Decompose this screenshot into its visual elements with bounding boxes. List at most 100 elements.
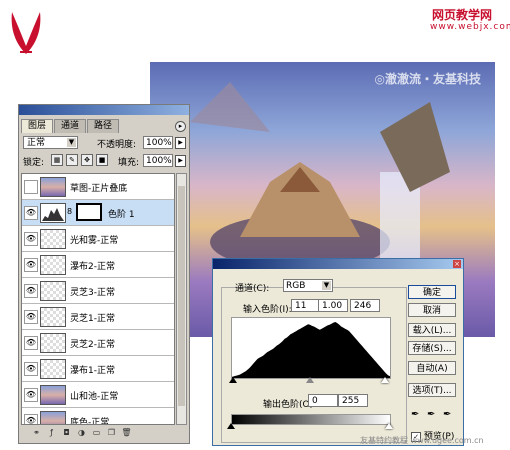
cancel-button[interactable]: 取消 xyxy=(408,303,456,317)
layer-thumbnail xyxy=(40,411,66,424)
output-white-field[interactable]: 255 xyxy=(338,394,368,407)
layer-thumbnail xyxy=(40,385,66,405)
layer-thumbnail xyxy=(40,177,66,197)
layer-name: 山和池-正常 xyxy=(70,392,119,402)
tab-layers[interactable]: 图层 xyxy=(21,119,54,133)
layer-style-icon[interactable]: ƒ xyxy=(46,427,57,438)
input-black-field[interactable]: 11 xyxy=(291,299,321,312)
blend-mode-select[interactable]: 正常 ▼ xyxy=(23,136,78,149)
layer-list-scrollbar[interactable] xyxy=(176,173,187,425)
output-white-handle[interactable] xyxy=(385,423,393,429)
trash-icon[interactable]: 🗑 xyxy=(121,427,132,438)
eye-icon[interactable]: 👁 xyxy=(24,206,38,220)
artwork-watermark: ◎澈澈流・友基科技 xyxy=(374,72,481,86)
channel-label: 通道(C): xyxy=(235,284,270,294)
output-slider[interactable] xyxy=(227,423,393,431)
layer-name: 底色-正常 xyxy=(70,418,110,425)
panel-menu-icon[interactable]: ▸ xyxy=(175,121,186,132)
layer-name: 光和雾-正常 xyxy=(70,236,119,246)
gamma-handle[interactable] xyxy=(306,377,314,383)
site-logo xyxy=(11,12,41,54)
output-black-field[interactable]: 0 xyxy=(308,394,338,407)
ok-button[interactable]: 确定 xyxy=(408,285,456,299)
layer-row[interactable]: 👁 8 色阶 1 xyxy=(22,200,174,226)
opacity-input[interactable]: 100% xyxy=(143,136,173,149)
layers-panel: 图层 通道 路径 ▸ 正常 ▼ 不透明度: 100% ▶ 锁定: ▦ ✎ ✥ ■… xyxy=(18,104,190,444)
scrollbar-thumb[interactable] xyxy=(178,186,185,406)
input-levels-label: 输入色阶(I): xyxy=(243,305,292,315)
histogram xyxy=(231,317,391,379)
levels-dialog: × 通道(C): RGB ▼ 输入色阶(I): 11 1.00 246 输出色阶… xyxy=(212,258,464,446)
eye-icon[interactable]: 👁 xyxy=(24,362,38,376)
lock-brush-icon[interactable]: ✎ xyxy=(66,154,78,166)
white-point-handle[interactable] xyxy=(381,377,389,383)
fill-input[interactable]: 100% xyxy=(143,154,173,167)
layer-row[interactable]: 👁 灵芝1-正常 xyxy=(22,304,174,330)
lock-all-icon[interactable]: ■ xyxy=(96,154,108,166)
options-button[interactable]: 选项(T)... xyxy=(408,383,456,397)
layer-name: 瀑布2-正常 xyxy=(70,262,115,272)
lock-move-icon[interactable]: ✥ xyxy=(81,154,93,166)
save-button[interactable]: 存储(S)... xyxy=(408,341,456,355)
gray-eyedropper-icon[interactable]: ✒ xyxy=(427,409,437,421)
adjustment-layer-icon[interactable]: ◑ xyxy=(76,427,87,438)
layer-thumbnail xyxy=(40,359,66,379)
channel-select[interactable]: RGB ▼ xyxy=(283,279,333,292)
black-eyedropper-icon[interactable]: ✒ xyxy=(411,409,421,421)
link-layers-icon[interactable]: ⚭ xyxy=(31,427,42,438)
layer-name: 灵芝3-正常 xyxy=(70,288,115,298)
eye-icon[interactable]: 👁 xyxy=(24,336,38,350)
layer-row[interactable]: 👁 瀑布1-正常 xyxy=(22,356,174,382)
layer-name: 灵芝1-正常 xyxy=(70,314,115,324)
opacity-label: 不透明度: xyxy=(97,140,137,150)
eye-icon[interactable]: 👁 xyxy=(24,310,38,324)
link-icon[interactable]: 8 xyxy=(67,207,72,216)
black-point-handle[interactable] xyxy=(229,377,237,383)
load-button[interactable]: 载入(L)... xyxy=(408,323,456,337)
layer-row[interactable]: 👁 山和池-正常 xyxy=(22,382,174,408)
layer-list: 草图-正片叠底 👁 8 色阶 1 👁 光和雾-正常 👁 瀑布2-正常 👁 灵芝3… xyxy=(21,173,175,425)
eye-icon[interactable]: 👁 xyxy=(24,284,38,298)
layer-thumbnail xyxy=(40,333,66,353)
input-slider[interactable] xyxy=(229,377,389,385)
new-group-icon[interactable]: ▭ xyxy=(91,427,102,438)
output-black-handle[interactable] xyxy=(227,423,235,429)
layer-row[interactable]: 👁 灵芝3-正常 xyxy=(22,278,174,304)
new-layer-icon[interactable]: ❐ xyxy=(106,427,117,438)
tab-paths[interactable]: 路径 xyxy=(87,119,120,133)
layer-name: 灵芝2-正常 xyxy=(70,340,115,350)
blend-mode-value: 正常 xyxy=(27,138,46,148)
fill-slider-button[interactable]: ▶ xyxy=(175,155,186,167)
white-eyedropper-icon[interactable]: ✒ xyxy=(443,409,453,421)
layer-row[interactable]: 👁 灵芝2-正常 xyxy=(22,330,174,356)
eye-icon[interactable]: 👁 xyxy=(24,414,38,424)
dialog-titlebar[interactable]: × xyxy=(213,259,463,269)
fill-label: 填充: xyxy=(118,158,140,168)
eye-icon[interactable]: 👁 xyxy=(24,232,38,246)
layer-name: 瀑布1-正常 xyxy=(70,366,115,376)
add-mask-icon[interactable]: ◘ xyxy=(61,427,72,438)
lock-transparency-icon[interactable]: ▦ xyxy=(51,154,63,166)
layer-name: 草图-正片叠底 xyxy=(70,184,128,194)
layer-row[interactable]: 👁 瀑布2-正常 xyxy=(22,252,174,278)
eye-icon[interactable]: 👁 xyxy=(24,258,38,272)
input-white-field[interactable]: 246 xyxy=(350,299,380,312)
layer-row[interactable]: 👁 光和雾-正常 xyxy=(22,226,174,252)
opacity-slider-button[interactable]: ▶ xyxy=(175,137,186,149)
visibility-toggle[interactable] xyxy=(24,180,38,194)
chevron-down-icon: ▼ xyxy=(322,281,331,290)
layer-row[interactable]: 草图-正片叠底 xyxy=(22,174,174,200)
layer-thumbnail xyxy=(40,281,66,301)
panel-titlebar[interactable] xyxy=(19,105,189,115)
footer-watermark: 友基特约教程 www.ugee.com.cn xyxy=(360,436,484,445)
eye-icon[interactable]: 👁 xyxy=(24,388,38,402)
layer-row[interactable]: 👁 底色-正常 xyxy=(22,408,174,425)
histogram-area xyxy=(232,322,390,378)
input-gamma-field[interactable]: 1.00 xyxy=(318,299,348,312)
layer-mask-thumbnail[interactable] xyxy=(76,203,102,221)
tab-channels[interactable]: 通道 xyxy=(54,119,87,133)
chevron-down-icon: ▼ xyxy=(67,138,76,147)
auto-button[interactable]: 自动(A) xyxy=(408,361,456,375)
close-icon[interactable]: × xyxy=(453,260,461,268)
panel-tabs: 图层 通道 路径 xyxy=(21,119,120,133)
